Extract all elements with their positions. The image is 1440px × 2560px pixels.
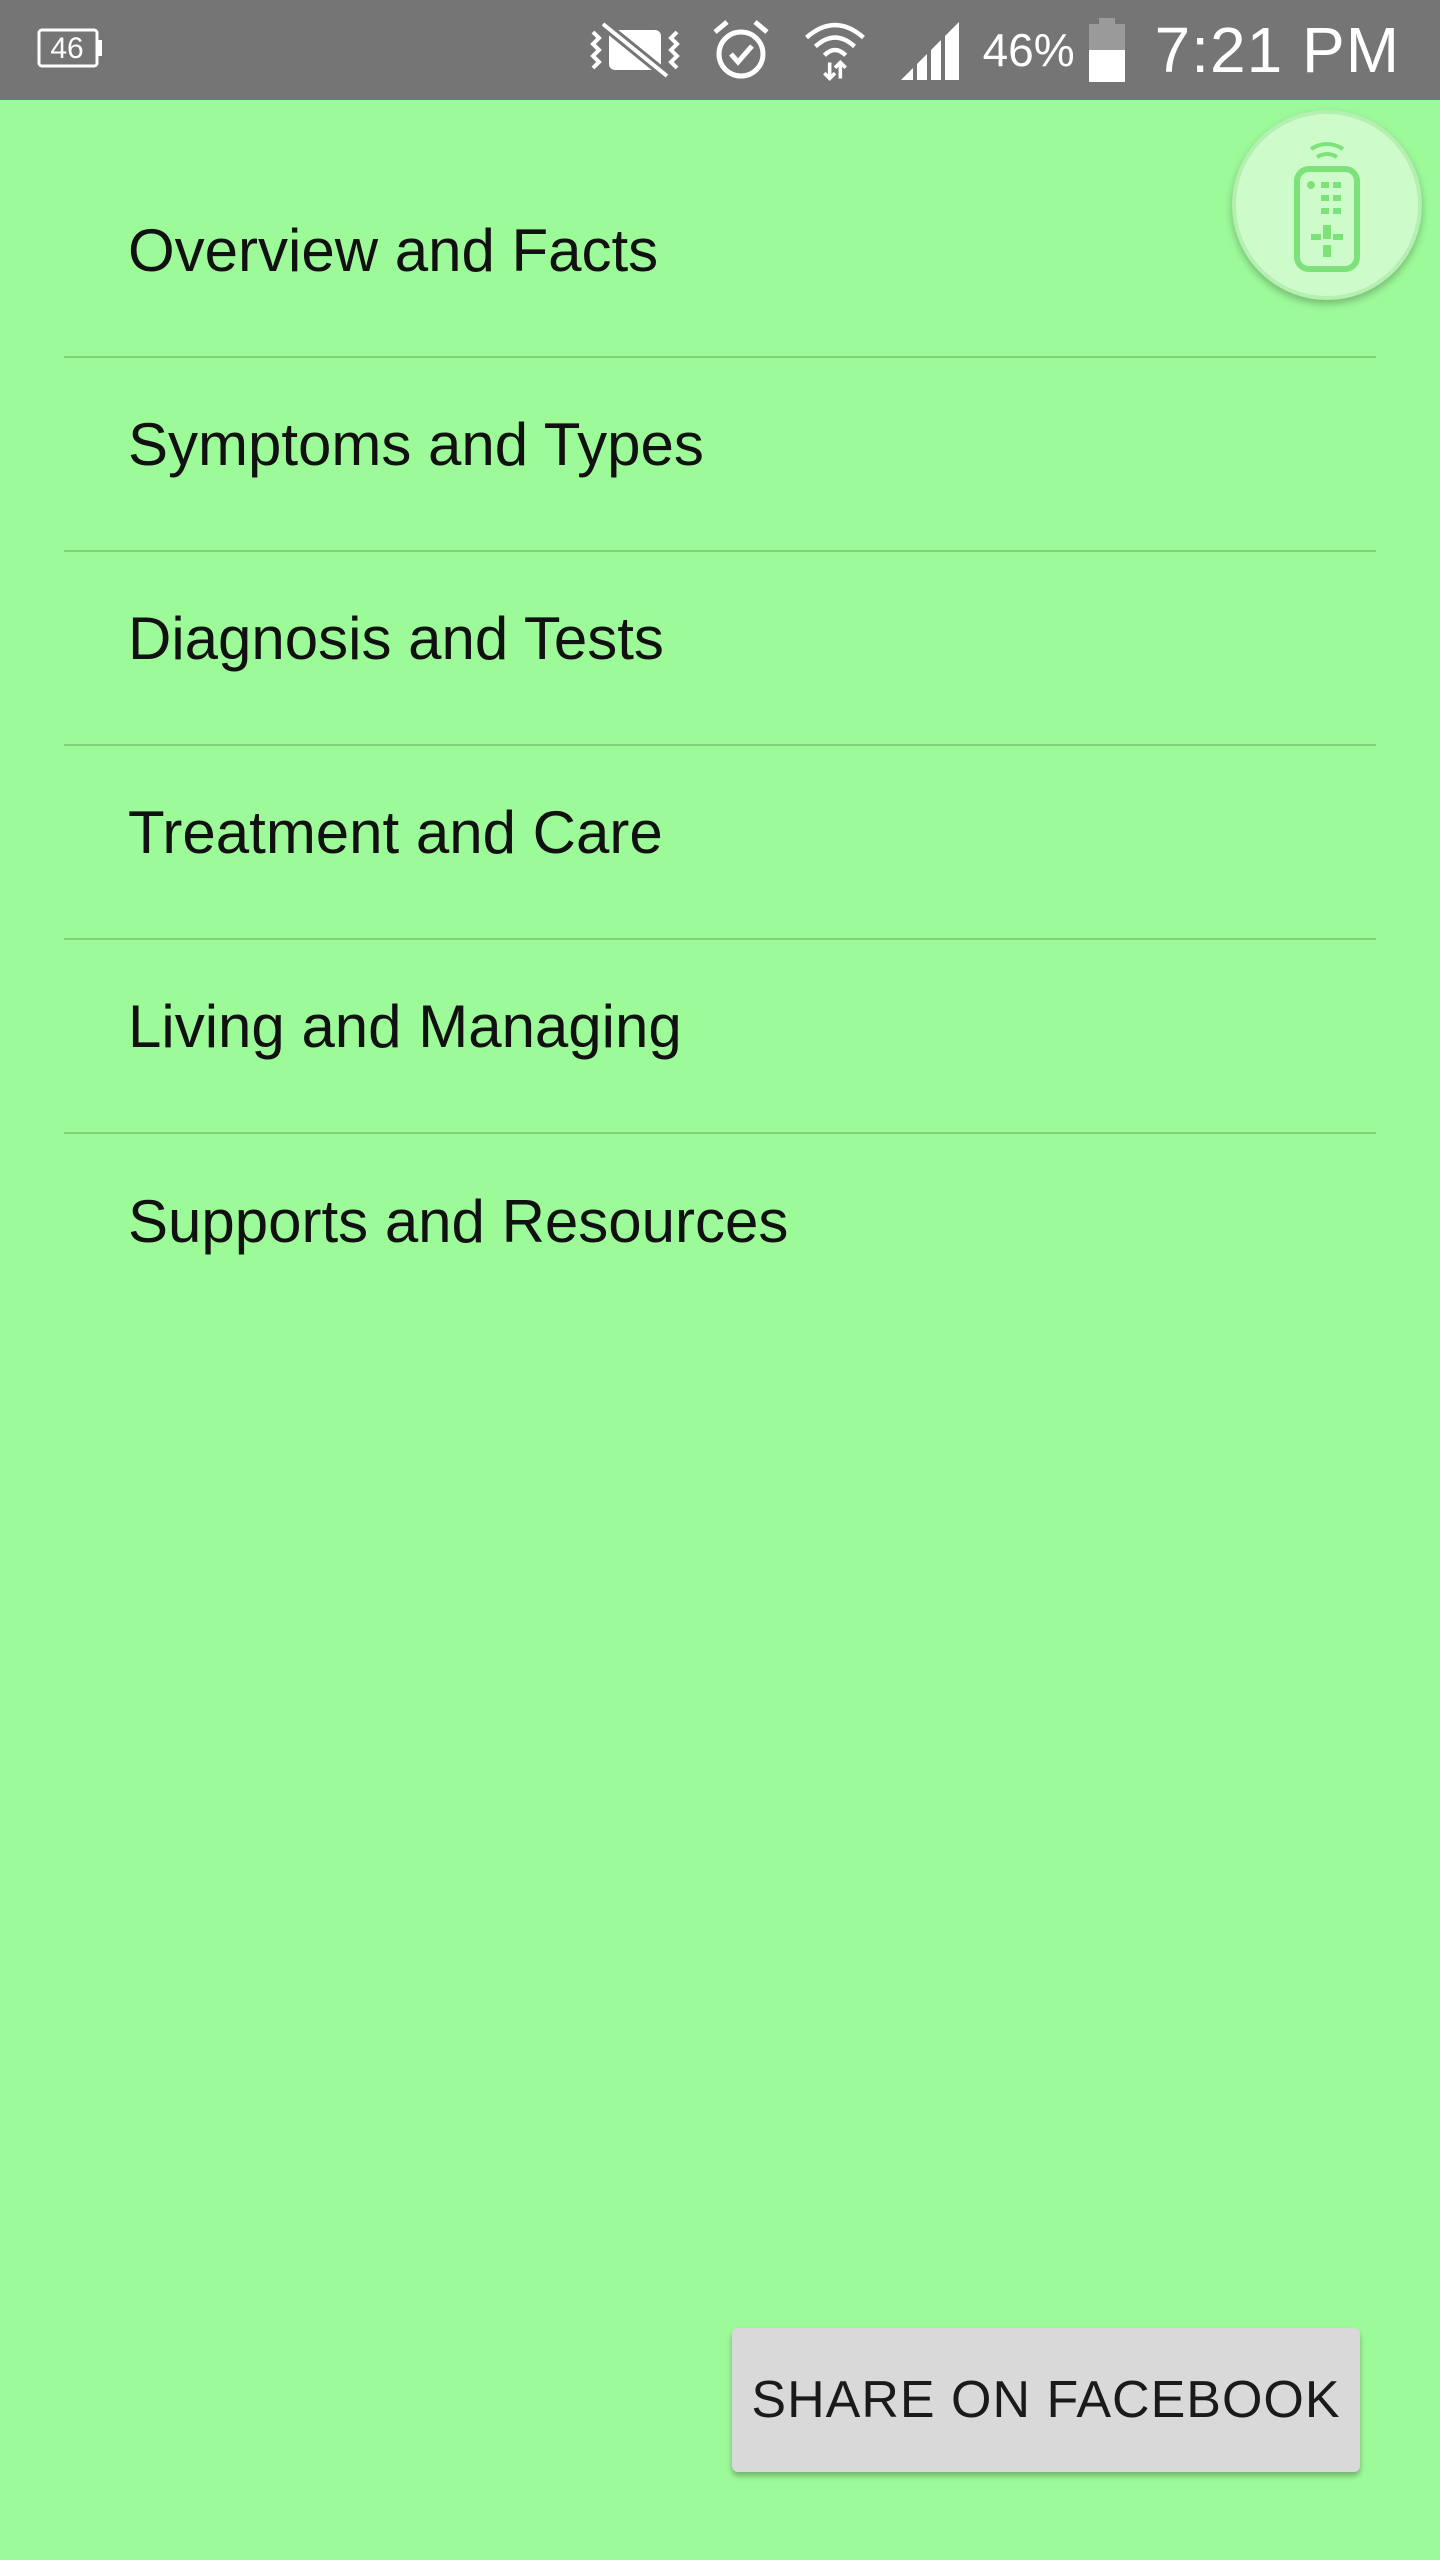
status-clock: 7:21 PM	[1154, 14, 1400, 86]
vibrate-off-icon	[589, 20, 680, 80]
topic-menu: Overview and Facts Symptoms and Types Di…	[64, 164, 1376, 1328]
notification-46-icon: 46	[37, 28, 102, 68]
menu-item-label: Symptoms and Types	[128, 410, 704, 478]
menu-item-label: Supports and Resources	[128, 1187, 789, 1255]
menu-item-label: Living and Managing	[128, 992, 682, 1060]
signal-icon	[900, 22, 959, 80]
menu-item-diagnosis[interactable]: Diagnosis and Tests	[64, 552, 1376, 746]
remote-control-fab[interactable]	[1232, 110, 1422, 300]
wifi-icon	[804, 23, 865, 81]
battery-icon	[1088, 18, 1125, 82]
share-on-facebook-button[interactable]: SHARE ON FACEBOOK	[732, 2328, 1360, 2472]
menu-item-label: Treatment and Care	[128, 798, 663, 866]
menu-item-symptoms[interactable]: Symptoms and Types	[64, 358, 1376, 552]
menu-item-label: Diagnosis and Tests	[128, 604, 664, 672]
menu-item-supports[interactable]: Supports and Resources	[64, 1134, 1376, 1328]
menu-item-overview[interactable]: Overview and Facts	[64, 164, 1376, 358]
menu-item-treatment[interactable]: Treatment and Care	[64, 746, 1376, 940]
status-bar: 46 46% 7:21 PM	[0, 0, 1440, 100]
battery-percent: 46%	[982, 24, 1075, 76]
status-icons: 46% 7:21 PM	[561, 0, 1400, 100]
menu-item-label: Overview and Facts	[128, 216, 659, 284]
menu-item-living[interactable]: Living and Managing	[64, 940, 1376, 1134]
remote-control-icon	[1294, 142, 1360, 272]
svg-text:46: 46	[50, 32, 83, 65]
alarm-icon	[712, 20, 769, 79]
